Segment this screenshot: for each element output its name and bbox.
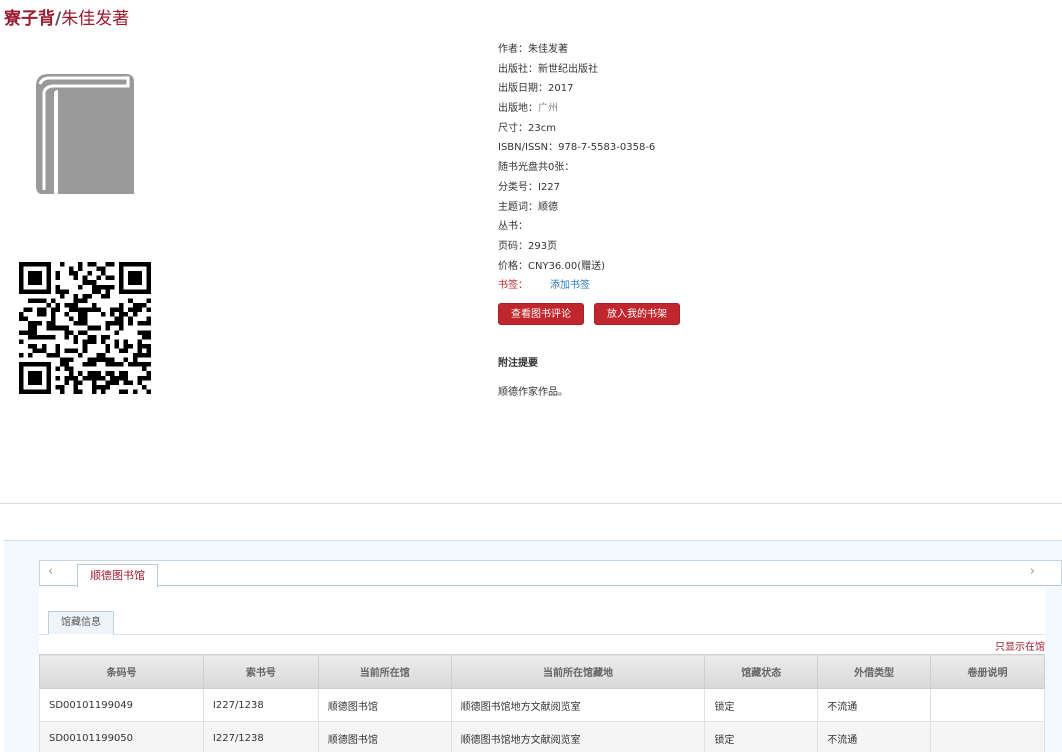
tabs-prev-arrow-icon[interactable]: ‹ [48, 564, 53, 579]
detail-row: 价格：CNY36.00(赠送) [498, 257, 898, 277]
detail-label: 出版地： [498, 103, 538, 115]
column-header: 条码号 [39, 654, 204, 689]
notes-body: 顺德作家作品。 [498, 387, 568, 398]
table-cell: 顺德图书馆地方文献阅览室 [450, 688, 706, 722]
detail-row: 出版地：广州 [498, 99, 898, 119]
detail-row: ISBN/ISSN：978-7-5583-0358-6 [498, 138, 898, 158]
detail-row: 主题词：顺德 [498, 198, 898, 218]
bookmark-label: 书签： [498, 280, 528, 292]
detail-label: ISBN/ISSN： [498, 142, 559, 154]
detail-label: 分类号： [498, 181, 538, 193]
book-title: 寮子背 [4, 9, 55, 29]
detail-value: 新世纪出版社 [538, 63, 598, 75]
title-author: 朱佳发著 [61, 9, 130, 29]
table-cell: 不流通 [817, 688, 932, 722]
table-cell: 不流通 [817, 721, 932, 752]
table-row: SD00101199050 I227/1238 顺德图书馆 顺德图书馆地方文献阅览室锁… [39, 721, 1045, 752]
detail-label: 出版社： [498, 63, 538, 75]
detail-value: CNY36.00(赠送) [528, 260, 606, 272]
table-cell: 顺德图书馆 [317, 688, 452, 722]
detail-value: 23cm [528, 122, 556, 134]
table-row: SD00101199049 I227/1238 顺德图书馆 顺德图书馆地方文献阅览室锁… [39, 688, 1045, 722]
table-cell [930, 688, 1045, 722]
add-to-shelf-button[interactable]: 放入我的书架 [594, 303, 680, 325]
sub-tab-line [39, 634, 1045, 635]
detail-row: 作者：朱佳发著 [498, 40, 898, 60]
only-in-library-link[interactable]: 只显示在馆 [995, 638, 1045, 653]
detail-label: 页码： [498, 240, 528, 252]
table-cell: 锁定 [704, 688, 819, 722]
tab-shunde-library[interactable]: 顺德图书馆 [77, 564, 158, 588]
detail-value: 2017 [548, 83, 574, 95]
detail-value: 978-7-5583-0358-6 [558, 142, 656, 154]
detail-label: 尺寸： [498, 122, 528, 134]
table-cell: 顺德图书馆地方文献阅览室 [450, 721, 706, 752]
column-header: 外借类型 [817, 654, 932, 689]
holdings-header-row: 条码号 索书号 当前所在馆 当前所在馆藏地 馆藏状态 外借类型 卷册说明 [39, 654, 1045, 689]
holdings-content: 馆藏信息 只显示在馆 条码号 索书号 当前所在馆 当前所在馆藏地 馆藏状态 外借类型 卷册说… [39, 588, 1045, 752]
column-header: 当前所在馆 [317, 654, 452, 689]
section-divider [0, 503, 1062, 504]
column-header: 卷册说明 [930, 654, 1045, 689]
tabs-next-arrow-icon[interactable]: › [1030, 564, 1035, 579]
page-title: 寮子背/朱佳发著 [4, 4, 129, 29]
detail-value: 293页 [528, 240, 558, 252]
detail-value: 顺德 [538, 201, 558, 213]
qr-code-icon [19, 262, 151, 394]
detail-label: 作者： [498, 44, 528, 55]
detail-row: 随书光盘共0张： [498, 158, 898, 178]
detail-label: 出版日期： [498, 83, 548, 95]
table-cell: 锁定 [704, 721, 819, 752]
column-header: 索书号 [202, 654, 319, 689]
table-cell: 顺德图书馆 [317, 721, 452, 752]
detail-row: 尺寸：23cm [498, 119, 898, 139]
detail-value: 广州 [538, 103, 558, 115]
table-cell: SD00101199050 [39, 721, 204, 752]
view-reviews-button[interactable]: 查看图书评论 [498, 303, 584, 325]
notes-heading: 附注提要 [498, 358, 538, 369]
holdings-table: 条码号 索书号 当前所在馆 当前所在馆藏地 馆藏状态 外借类型 卷册说明 SD0010119… [39, 654, 1045, 752]
tab-holdings-info[interactable]: 馆藏信息 [48, 611, 114, 635]
library-tabs: ‹ 顺德图书馆 › [39, 560, 1062, 588]
detail-value: I227 [538, 181, 561, 193]
detail-row: 分类号：I227 [498, 178, 898, 198]
action-buttons: 查看图书评论 放入我的书架 [498, 303, 680, 325]
column-header: 馆藏状态 [704, 654, 819, 689]
bookmark-row: 书签： 添加书签 [498, 276, 898, 296]
detail-row: 页码：293页 [498, 237, 898, 257]
detail-row: 丛书： [498, 217, 898, 237]
book-cover-icon [36, 74, 134, 194]
table-cell [930, 721, 1045, 752]
add-bookmark-link[interactable]: 添加书签 [550, 280, 590, 291]
detail-label: 随书光盘共0张： [498, 162, 575, 174]
column-header: 当前所在馆藏地 [450, 654, 706, 689]
table-cell: I227/1238 [202, 721, 319, 752]
detail-label: 丛书： [498, 221, 528, 233]
detail-value: 朱佳发著 [528, 44, 568, 55]
detail-label: 主题词： [498, 201, 538, 213]
table-cell: I227/1238 [202, 688, 319, 722]
detail-row: 出版日期：2017 [498, 79, 898, 99]
table-cell: SD00101199049 [39, 688, 204, 722]
book-details: 作者：朱佳发著 出版社：新世纪出版社 出版日期：2017 出版地：广州 尺寸：23cm I… [498, 40, 898, 296]
detail-label: 价格： [498, 260, 528, 272]
detail-row: 出版社：新世纪出版社 [498, 60, 898, 80]
